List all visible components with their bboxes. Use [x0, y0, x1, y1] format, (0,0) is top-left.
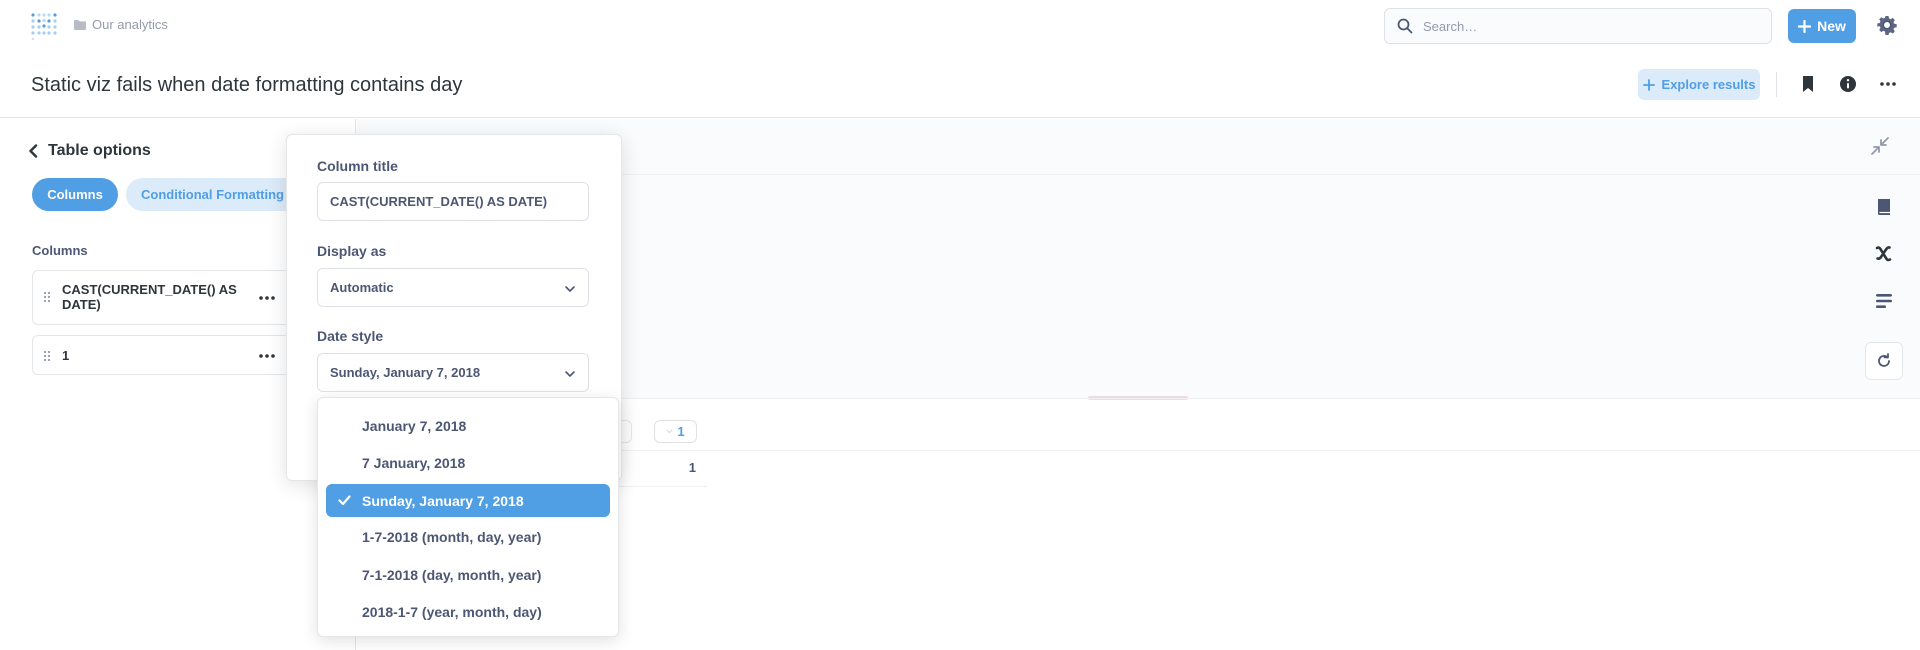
- chevron-left-icon: [28, 144, 38, 158]
- chevron-down-icon: [666, 429, 673, 434]
- search-input[interactable]: [1423, 18, 1743, 34]
- option-label: 2018-1-7 (year, month, day): [362, 603, 542, 620]
- display-as-select[interactable]: Automatic: [317, 268, 589, 307]
- date-style-option[interactable]: January 7, 2018: [326, 409, 610, 442]
- display-as-label: Display as: [317, 243, 387, 259]
- header-divider: [1776, 72, 1777, 97]
- search-icon: [1397, 18, 1413, 34]
- column-item[interactable]: 1: [32, 335, 322, 375]
- date-style-label: Date style: [317, 328, 384, 344]
- table-options-back-button[interactable]: Table options: [28, 142, 151, 160]
- search-bar[interactable]: [1384, 8, 1772, 44]
- grip-icon[interactable]: [43, 350, 51, 362]
- column-item-label: CAST(CURRENT_DATE() AS DATE): [62, 282, 237, 312]
- date-style-option[interactable]: 1-7-2018 (month, day, year): [326, 520, 610, 553]
- columns-header: Columns: [32, 243, 88, 258]
- info-icon[interactable]: [1839, 75, 1857, 93]
- column-title-input[interactable]: [330, 194, 570, 209]
- option-label: 7 January, 2018: [362, 454, 466, 471]
- date-style-select[interactable]: Sunday, January 7, 2018: [317, 353, 589, 392]
- folder-icon: [74, 19, 86, 30]
- explore-results-button[interactable]: Explore results: [1638, 69, 1760, 100]
- tab-columns[interactable]: Columns: [32, 178, 118, 211]
- question-title[interactable]: Static viz fails when date formatting co…: [31, 74, 462, 97]
- top-nav: Our analytics New: [0, 0, 1920, 50]
- chevron-down-icon: [564, 283, 576, 295]
- check-icon: [338, 495, 351, 506]
- plus-icon: [1798, 19, 1812, 33]
- new-button-label: New: [1817, 18, 1846, 34]
- bookmark-icon[interactable]: [1799, 75, 1817, 93]
- ellipsis-icon[interactable]: [257, 346, 277, 366]
- breadcrumb-label: Our analytics: [92, 17, 168, 32]
- gear-icon[interactable]: [1877, 15, 1897, 35]
- table-cell: 1: [688, 460, 696, 475]
- date-style-option[interactable]: 7-1-2018 (day, month, year): [326, 558, 610, 591]
- metabase-logo-icon[interactable]: [30, 12, 58, 40]
- table-options-label: Table options: [48, 142, 151, 159]
- column-title-field[interactable]: [317, 182, 589, 221]
- table-header-label: 1: [677, 424, 685, 439]
- refresh-icon: [1876, 353, 1892, 369]
- grip-icon[interactable]: [43, 291, 51, 303]
- date-style-option[interactable]: 2018-1-7 (year, month, day): [326, 595, 610, 628]
- column-title-label: Column title: [317, 158, 398, 174]
- book-icon[interactable]: [1874, 197, 1894, 217]
- option-label: Sunday, January 7, 2018: [362, 492, 524, 509]
- option-label: 7-1-2018 (day, month, year): [362, 566, 542, 583]
- option-label: 1-7-2018 (month, day, year): [362, 528, 542, 545]
- column-item[interactable]: CAST(CURRENT_DATE() AS DATE): [32, 270, 322, 325]
- variable-icon[interactable]: [1874, 243, 1894, 263]
- breadcrumb[interactable]: Our analytics: [74, 17, 168, 32]
- date-style-option-selected[interactable]: Sunday, January 7, 2018: [326, 484, 610, 517]
- option-label: January 7, 2018: [362, 417, 467, 434]
- chevron-down-icon: [564, 368, 576, 380]
- ellipsis-icon[interactable]: [257, 288, 277, 308]
- date-style-option[interactable]: 7 January, 2018: [326, 446, 610, 479]
- snippet-icon[interactable]: [1874, 291, 1894, 311]
- refresh-button[interactable]: [1865, 342, 1903, 380]
- explore-results-label: Explore results: [1661, 77, 1756, 92]
- tab-conditional-formatting[interactable]: Conditional Formatting: [126, 178, 301, 211]
- display-as-value: Automatic: [330, 280, 394, 295]
- column-item-label: 1: [62, 348, 70, 363]
- ellipsis-icon[interactable]: [1879, 75, 1897, 93]
- new-button[interactable]: New: [1788, 9, 1856, 43]
- plus-icon: [1642, 78, 1655, 91]
- date-style-value: Sunday, January 7, 2018: [330, 365, 481, 380]
- table-header-cell[interactable]: 1: [654, 420, 697, 443]
- collapse-icon[interactable]: [1870, 136, 1890, 156]
